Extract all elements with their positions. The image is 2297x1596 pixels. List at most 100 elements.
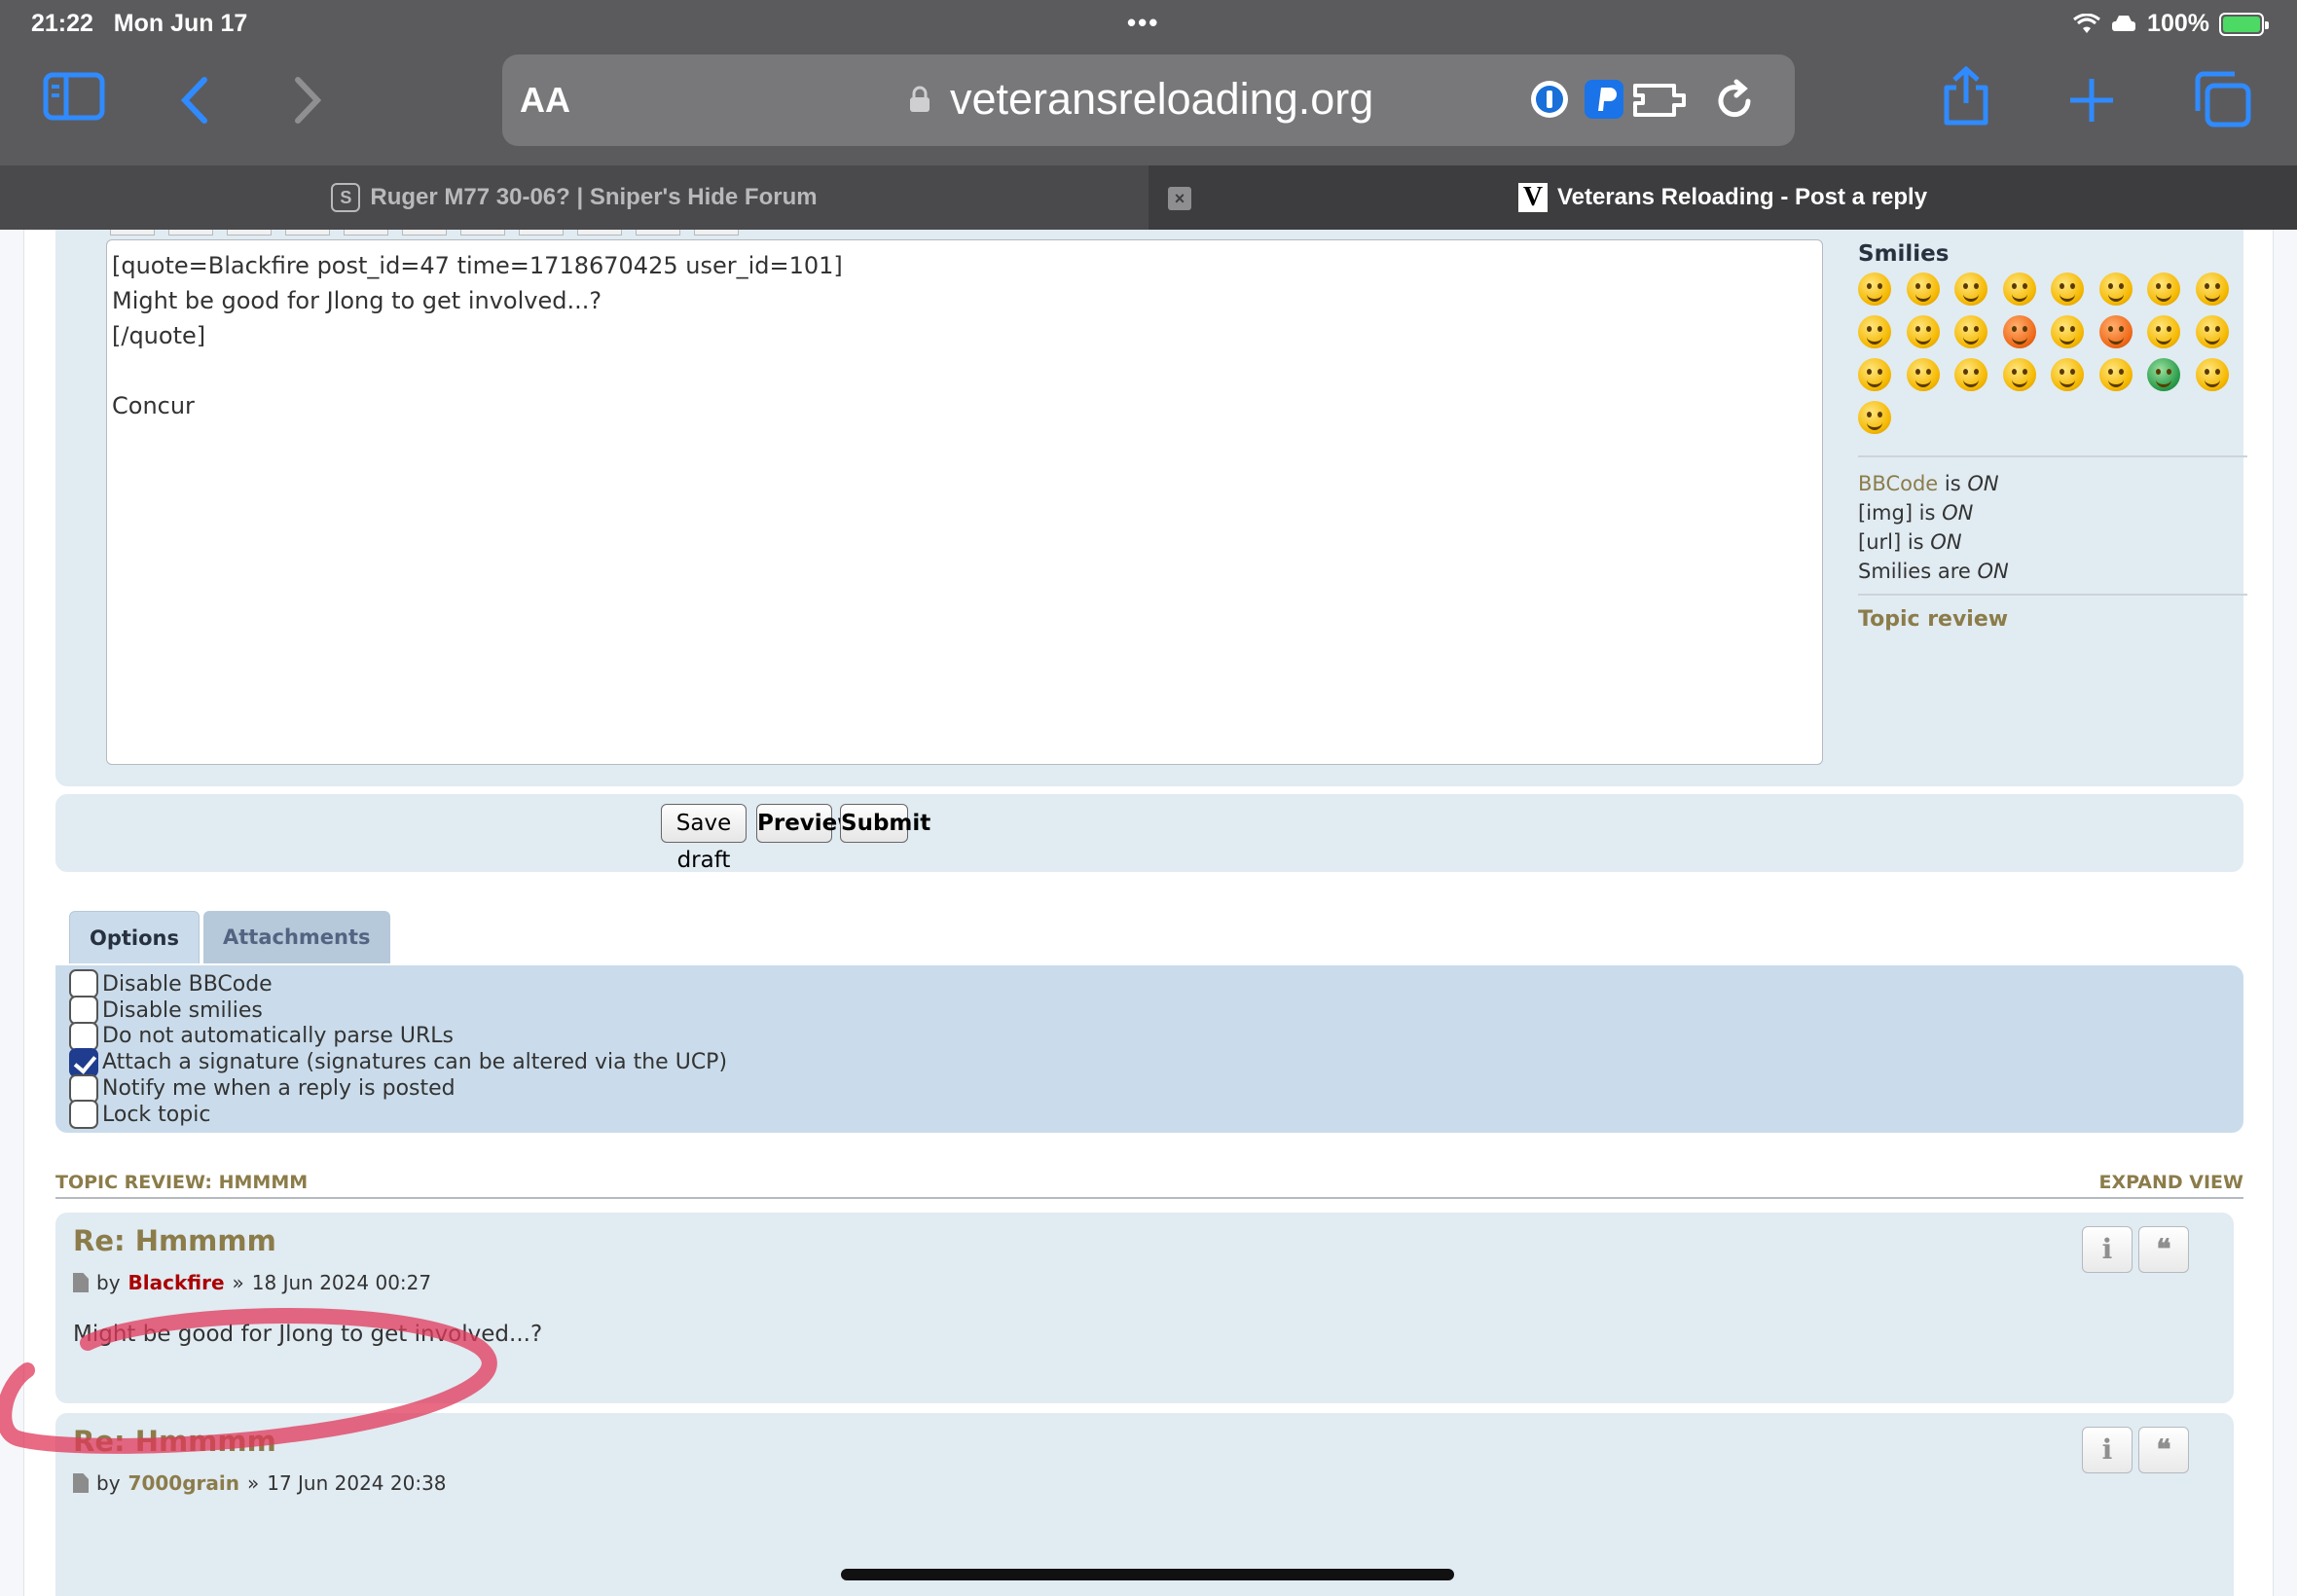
multitasking-dots[interactable]: ••• — [1127, 8, 1159, 38]
smilies-grid — [1858, 272, 2247, 434]
smiley-icon[interactable] — [2147, 315, 2180, 348]
post-author[interactable]: Blackfire — [128, 1271, 225, 1294]
post-date: 18 Jun 2024 00:27 — [251, 1271, 432, 1294]
password-manager-icon[interactable] — [1528, 78, 1571, 121]
smiley-icon[interactable] — [2002, 358, 2036, 391]
page-content: [quote=Blackfire post_id=47 time=1718670… — [23, 230, 2274, 1596]
smiley-icon[interactable] — [2002, 272, 2036, 306]
option-checkbox[interactable] — [69, 1073, 98, 1104]
smiley-icon[interactable] — [1906, 315, 1940, 348]
info-button[interactable]: i — [2082, 1427, 2133, 1473]
tab-options[interactable]: Options — [69, 911, 200, 963]
status-bar: 21:22 Mon Jun 17 ••• 100% — [0, 0, 2297, 49]
submit-button[interactable]: Submit — [840, 804, 930, 843]
tab-attachments[interactable]: Attachments — [203, 911, 390, 963]
review-post: Re: Hmmmm by Blackfire » 18 Jun 2024 00:… — [55, 1213, 2234, 1403]
save-draft-button[interactable]: Save draft — [661, 804, 747, 873]
option-label: Do not automatically parse URLs — [102, 1024, 454, 1049]
preview-button[interactable]: Preview — [756, 804, 858, 843]
smiley-icon[interactable] — [1954, 272, 1987, 306]
option-label: Attach a signature (signatures can be al… — [102, 1050, 728, 1075]
option-row[interactable]: Lock topic — [69, 1100, 2230, 1130]
option-checkbox[interactable] — [69, 1047, 98, 1077]
browser-tab-bar: S Ruger M77 30-06? | Sniper's Hide Forum… — [0, 165, 2297, 230]
browser-toolbar: AA veteransreloading.org — [0, 49, 2297, 165]
post-title[interactable]: Re: Hmmmm — [73, 1224, 276, 1257]
option-checkbox[interactable] — [69, 1100, 98, 1130]
extensions-icon[interactable] — [1631, 78, 1692, 121]
option-label: Disable smilies — [102, 998, 263, 1023]
status-right: 100% — [2073, 10, 2269, 38]
share-icon[interactable] — [1939, 66, 1993, 127]
tab-overview-icon[interactable] — [2192, 70, 2252, 128]
smilies-heading: Smilies — [1858, 241, 1950, 267]
post-body: Might be good for Jlong to get involved.… — [73, 1322, 543, 1347]
quote-button[interactable]: ❝ — [2138, 1427, 2189, 1473]
compose-panel: [quote=Blackfire post_id=47 time=1718670… — [55, 230, 2247, 786]
sidebar-toggle-icon[interactable] — [43, 72, 105, 121]
smiley-icon[interactable] — [1954, 315, 1987, 348]
option-row[interactable]: Disable BBCode — [69, 969, 2230, 999]
expand-view-link[interactable]: EXPAND VIEW — [2098, 1172, 2243, 1193]
status-time: 21:22 Mon Jun 17 — [31, 10, 248, 37]
home-indicator[interactable] — [841, 1569, 1454, 1580]
smiley-icon[interactable] — [2051, 315, 2084, 348]
post-author[interactable]: 7000grain — [128, 1471, 239, 1495]
back-icon[interactable] — [175, 76, 214, 125]
bbcode-toolbar[interactable] — [110, 230, 739, 236]
smiley-icon[interactable] — [2002, 315, 2036, 348]
smiley-icon[interactable] — [1858, 358, 1891, 391]
bbcode-link[interactable]: BBCode — [1858, 472, 1938, 495]
post-byline: by 7000grain » 17 Jun 2024 20:38 — [73, 1471, 447, 1495]
forward-icon[interactable] — [288, 76, 327, 125]
info-button[interactable]: i — [2082, 1226, 2133, 1273]
smiley-icon[interactable] — [2051, 272, 2084, 306]
tab-title: Veterans Reloading - Post a reply — [1556, 184, 1928, 210]
reader-button[interactable]: AA — [520, 80, 570, 121]
option-checkbox[interactable] — [69, 996, 98, 1026]
option-row[interactable]: Disable smilies — [69, 996, 2230, 1026]
option-row[interactable]: Do not automatically parse URLs — [69, 1022, 2230, 1051]
address-bar[interactable]: AA veteransreloading.org — [502, 54, 1795, 146]
smiley-icon[interactable] — [2051, 358, 2084, 391]
post-byline: by Blackfire » 18 Jun 2024 00:27 — [73, 1271, 431, 1294]
tab-snipers-hide[interactable]: S Ruger M77 30-06? | Sniper's Hide Forum — [0, 165, 1148, 230]
smiley-icon[interactable] — [2098, 315, 2133, 348]
smiley-icon[interactable] — [1858, 272, 1891, 306]
car-icon — [2112, 15, 2136, 31]
submit-panel: Save draft Preview Submit — [55, 794, 2243, 873]
img-status: [img] is ON — [1858, 501, 1974, 525]
option-checkbox[interactable] — [69, 1022, 98, 1051]
reload-icon[interactable] — [1711, 78, 1758, 125]
topic-review-header: TOPIC REVIEW: HMMMM EXPAND VIEW — [55, 1172, 2243, 1199]
smiley-icon[interactable] — [2195, 358, 2229, 391]
veterans-reloading-favicon: V — [1517, 183, 1548, 212]
smiley-icon[interactable] — [2195, 272, 2229, 306]
option-label: Notify me when a reply is posted — [102, 1076, 456, 1102]
battery-icon — [2219, 12, 2269, 36]
post-title[interactable]: Re: Hmmmm — [73, 1425, 276, 1458]
smilies-panel: Smilies BBCode is ON [img] is ON [url] i… — [1858, 241, 2247, 632]
smiley-icon[interactable] — [1906, 272, 1940, 306]
tab-veterans-reloading[interactable]: V Veterans Reloading - Post a reply — [1148, 165, 2297, 230]
smiley-icon[interactable] — [2098, 358, 2133, 391]
message-textarea[interactable]: [quote=Blackfire post_id=47 time=1718670… — [106, 239, 1823, 765]
smiley-icon[interactable] — [2147, 358, 2180, 391]
quote-button[interactable]: ❝ — [2138, 1226, 2189, 1273]
smiley-icon[interactable] — [1906, 358, 1940, 391]
divider — [1858, 455, 2247, 457]
smiley-icon[interactable] — [1858, 401, 1891, 434]
option-row[interactable]: Notify me when a reply is posted — [69, 1073, 2230, 1104]
smiley-icon[interactable] — [2098, 272, 2133, 306]
topic-review-link[interactable]: Topic review — [1858, 607, 2247, 632]
divider — [1858, 594, 2247, 596]
new-tab-icon[interactable] — [2067, 76, 2116, 125]
paypal-extension-icon[interactable] — [1583, 78, 1625, 121]
close-tab-icon[interactable]: × — [1168, 187, 1191, 210]
option-row[interactable]: Attach a signature (signatures can be al… — [69, 1047, 2230, 1077]
smiley-icon[interactable] — [1858, 315, 1891, 348]
smiley-icon[interactable] — [1954, 358, 1987, 391]
smiley-icon[interactable] — [2195, 315, 2229, 348]
smiley-icon[interactable] — [2147, 272, 2180, 306]
option-checkbox[interactable] — [69, 969, 98, 999]
